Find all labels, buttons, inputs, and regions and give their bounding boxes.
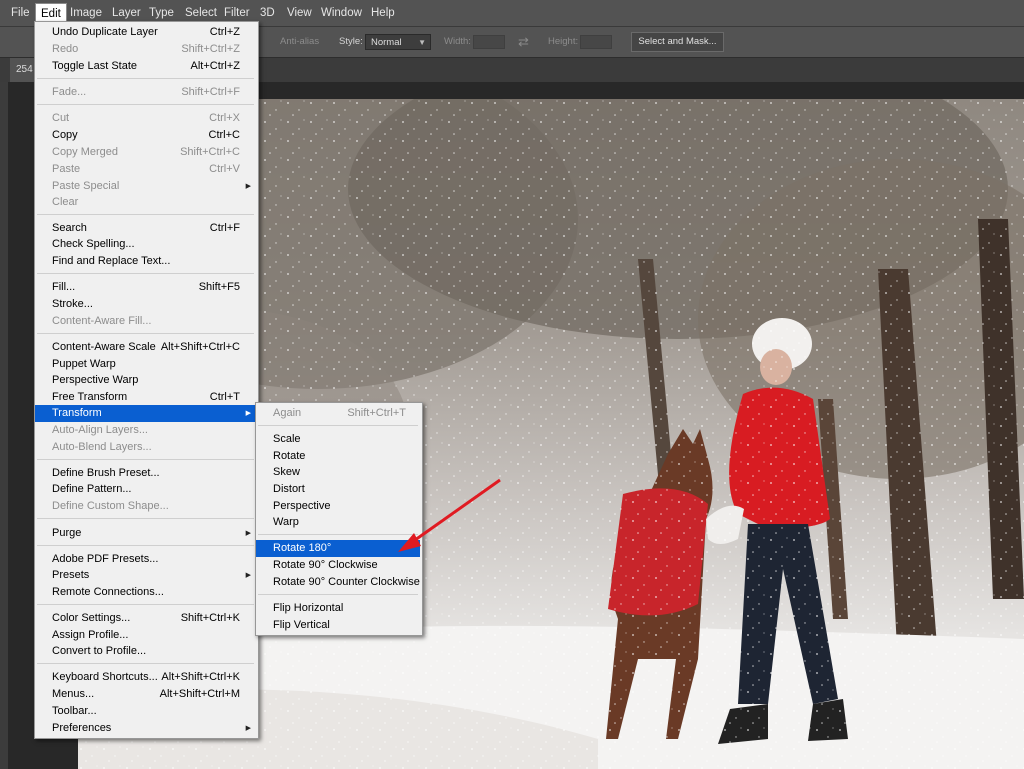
menu-item-again[interactable]: Again Shift+Ctrl+T <box>256 405 420 422</box>
edit-menu: Undo Duplicate Layer Ctrl+Z Redo Shift+Ctr… <box>34 21 259 739</box>
style-select-value: Normal <box>371 37 402 48</box>
menu-item-perspective[interactable]: Perspective <box>256 498 420 515</box>
menu-item-purge[interactable]: Purge ▶ <box>35 525 256 542</box>
submenu-arrow-icon: ▶ <box>245 725 251 732</box>
width-label: Width: <box>444 36 471 47</box>
menu-item-scale[interactable]: Scale <box>256 431 420 448</box>
menu-file[interactable]: File <box>6 0 35 26</box>
menu-item-stroke[interactable]: Stroke... <box>35 296 256 313</box>
menu-separator <box>37 214 254 215</box>
menu-item-warp[interactable]: Warp <box>256 514 420 531</box>
menu-item-redo[interactable]: Redo Shift+Ctrl+Z <box>35 41 256 58</box>
menu-item-distort[interactable]: Distort <box>256 481 420 498</box>
menu-item-paste[interactable]: Paste Ctrl+V <box>35 161 256 178</box>
menu-separator <box>37 273 254 274</box>
swap-arrows-icon[interactable]: ⇄ <box>518 35 532 49</box>
menu-separator <box>258 534 418 535</box>
tools-panel-edge <box>0 82 8 769</box>
menu-item-presets[interactable]: Presets ▶ <box>35 567 256 584</box>
style-label: Style: <box>339 36 363 47</box>
menu-separator <box>258 594 418 595</box>
menu-item-auto-blend-layers[interactable]: Auto-Blend Layers... <box>35 439 256 456</box>
transform-submenu: Again Shift+Ctrl+T Scale Rotate Skew Dist… <box>255 402 423 636</box>
menu-separator <box>37 333 254 334</box>
menu-item-toggle-last-state[interactable]: Toggle Last State Alt+Ctrl+Z <box>35 58 256 75</box>
menu-item-define-custom-shape[interactable]: Define Custom Shape... <box>35 498 256 515</box>
chevron-down-icon: ▼ <box>418 38 426 47</box>
menu-item-copy-merged[interactable]: Copy Merged Shift+Ctrl+C <box>35 144 256 161</box>
menu-window[interactable]: Window <box>316 0 367 26</box>
width-input[interactable] <box>473 35 505 49</box>
select-and-mask-button[interactable]: Select and Mask... <box>631 32 724 52</box>
menu-item-search[interactable]: Search Ctrl+F <box>35 220 256 237</box>
menu-item-fill[interactable]: Fill... Shift+F5 <box>35 279 256 296</box>
menu-item-flip-vertical[interactable]: Flip Vertical <box>256 617 420 634</box>
menu-item-rotate-90-ccw[interactable]: Rotate 90° Counter Clockwise <box>256 574 420 591</box>
menu-separator <box>37 604 254 605</box>
menu-item-convert-to-profile[interactable]: Convert to Profile... <box>35 643 256 660</box>
menu-item-remote-connections[interactable]: Remote Connections... <box>35 584 256 601</box>
menu-item-find-replace[interactable]: Find and Replace Text... <box>35 253 256 270</box>
menu-item-paste-special[interactable]: Paste Special ▶ <box>35 178 256 195</box>
menu-item-puppet-warp[interactable]: Puppet Warp <box>35 356 256 373</box>
menu-separator <box>37 78 254 79</box>
menu-item-check-spelling[interactable]: Check Spelling... <box>35 236 256 253</box>
menu-item-menus[interactable]: Menus... Alt+Shift+Ctrl+M <box>35 686 256 703</box>
menu-item-skew[interactable]: Skew <box>256 464 420 481</box>
menu-item-transform[interactable]: Transform ▶ <box>35 405 256 422</box>
menu-view[interactable]: View <box>282 0 317 26</box>
submenu-arrow-icon: ▶ <box>245 572 251 579</box>
menu-item-rotate-90-cw[interactable]: Rotate 90° Clockwise <box>256 557 420 574</box>
antialias-label[interactable]: Anti-alias <box>280 27 319 57</box>
menu-item-keyboard-shortcuts[interactable]: Keyboard Shortcuts... Alt+Shift+Ctrl+K <box>35 669 256 686</box>
menu-item-flip-horizontal[interactable]: Flip Horizontal <box>256 600 420 617</box>
height-input[interactable] <box>580 35 612 49</box>
menu-separator <box>37 663 254 664</box>
menu-item-clear[interactable]: Clear <box>35 194 256 211</box>
menu-item-auto-align-layers[interactable]: Auto-Align Layers... <box>35 422 256 439</box>
menu-item-perspective-warp[interactable]: Perspective Warp <box>35 372 256 389</box>
menu-separator <box>37 459 254 460</box>
style-select[interactable]: Normal ▼ <box>365 34 431 50</box>
menu-item-define-pattern[interactable]: Define Pattern... <box>35 481 256 498</box>
menu-item-free-transform[interactable]: Free Transform Ctrl+T <box>35 389 256 406</box>
height-label: Height: <box>548 36 579 47</box>
menu-item-content-aware-fill[interactable]: Content-Aware Fill... <box>35 313 256 330</box>
menu-separator <box>37 518 254 519</box>
submenu-arrow-icon: ▶ <box>245 410 251 417</box>
menu-separator <box>37 545 254 546</box>
menu-help[interactable]: Help <box>366 0 400 26</box>
menu-item-rotate-180[interactable]: Rotate 180° <box>256 540 420 557</box>
menu-item-content-aware-scale[interactable]: Content-Aware Scale Alt+Shift+Ctrl+C <box>35 339 256 356</box>
menu-item-define-brush-preset[interactable]: Define Brush Preset... <box>35 465 256 482</box>
menu-separator <box>37 104 254 105</box>
menu-item-cut[interactable]: Cut Ctrl+X <box>35 110 256 127</box>
menu-item-undo[interactable]: Undo Duplicate Layer Ctrl+Z <box>35 24 256 41</box>
menu-item-fade[interactable]: Fade... Shift+Ctrl+F <box>35 84 256 101</box>
menu-item-adobe-pdf-presets[interactable]: Adobe PDF Presets... <box>35 551 256 568</box>
submenu-arrow-icon: ▶ <box>245 183 251 190</box>
menu-item-copy[interactable]: Copy Ctrl+C <box>35 127 256 144</box>
menu-item-preferences[interactable]: Preferences ▶ <box>35 720 256 737</box>
menu-item-color-settings[interactable]: Color Settings... Shift+Ctrl+K <box>35 610 256 627</box>
submenu-arrow-icon: ▶ <box>245 530 251 537</box>
menu-item-rotate[interactable]: Rotate <box>256 448 420 465</box>
menu-item-toolbar[interactable]: Toolbar... <box>35 703 256 720</box>
menu-separator <box>258 425 418 426</box>
menu-item-assign-profile[interactable]: Assign Profile... <box>35 627 256 644</box>
